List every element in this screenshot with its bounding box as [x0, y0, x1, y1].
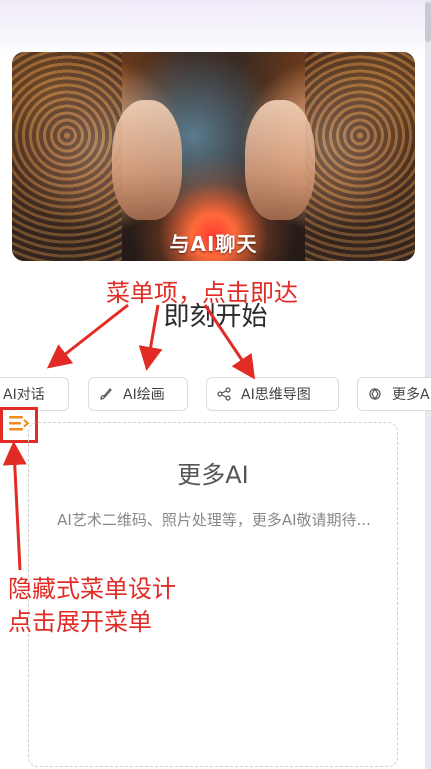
- annotation-hidden-menu: 隐藏式菜单设计 点击展开菜单: [8, 573, 176, 639]
- tab-ai-mindmap-label: AI思维导图: [241, 387, 311, 403]
- annotation-hidden-menu-line1: 隐藏式菜单设计: [8, 575, 176, 603]
- menu-tabs: AI对话 AI绘画 AI思维导图 更多AI: [0, 377, 431, 413]
- banner-label: 与AI聊天: [169, 232, 258, 256]
- annotation-hidden-menu-line2: 点击展开菜单: [8, 608, 152, 636]
- menu-toggle-icon: [8, 414, 30, 436]
- tab-ai-mindmap[interactable]: AI思维导图: [206, 377, 339, 411]
- brush-icon: [99, 387, 113, 401]
- arrow-to-menu-toggle: [2, 441, 27, 571]
- scrollbar-thumb[interactable]: [425, 2, 431, 42]
- mindmap-icon: [217, 387, 231, 401]
- openai-icon: [368, 387, 382, 401]
- tab-more-ai[interactable]: 更多AI: [357, 377, 431, 411]
- banner-face-left: [112, 100, 182, 220]
- card-title: 更多AI: [177, 461, 249, 489]
- tab-ai-chat[interactable]: AI对话: [0, 377, 69, 411]
- hero-banner[interactable]: 与AI聊天: [12, 52, 415, 261]
- banner-face-right: [245, 100, 315, 220]
- tab-ai-painting[interactable]: AI绘画: [88, 377, 188, 411]
- card-description: AI艺术二维码、照片处理等，更多AI敬请期待...: [57, 511, 371, 529]
- tab-more-ai-label: 更多AI: [392, 387, 431, 403]
- page-headline: 即刻开始: [163, 302, 268, 332]
- tab-ai-painting-label: AI绘画: [123, 387, 165, 403]
- top-fade: [0, 0, 431, 60]
- tab-ai-chat-label: AI对话: [3, 387, 45, 403]
